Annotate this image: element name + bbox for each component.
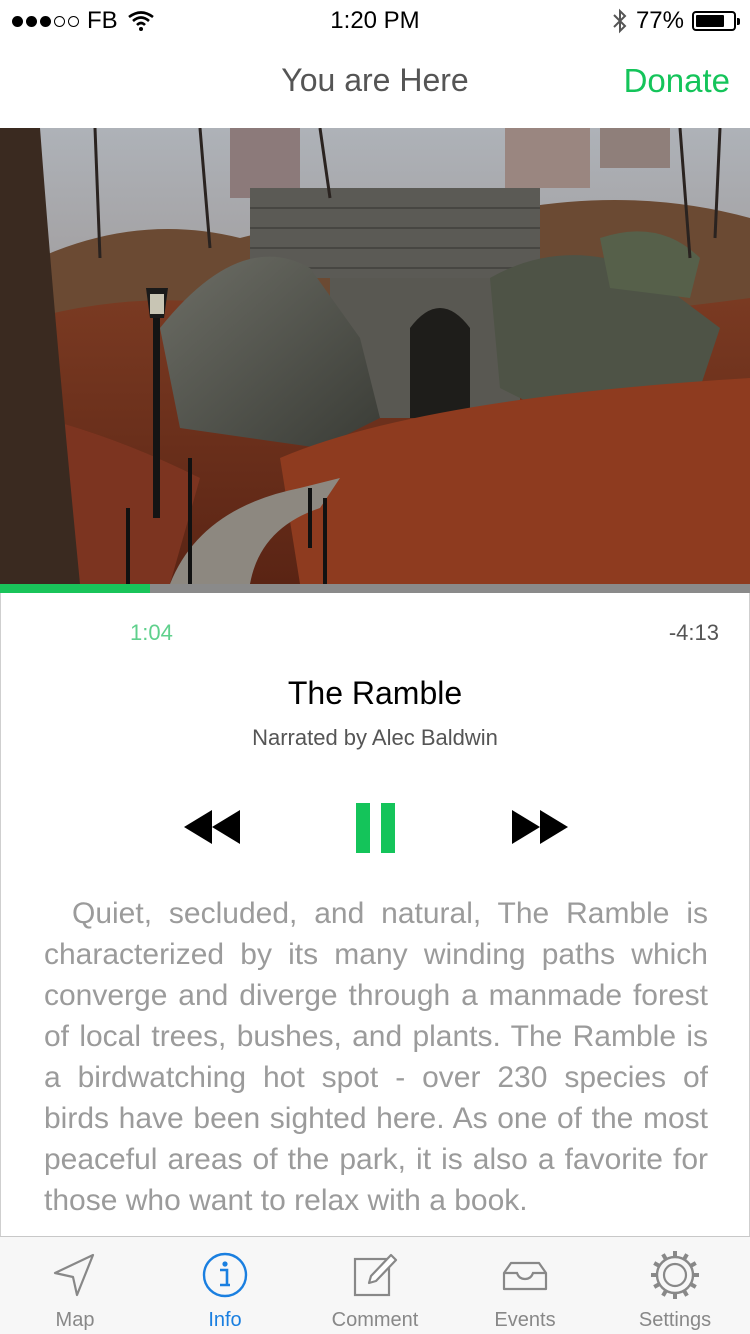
compose-icon xyxy=(353,1253,398,1297)
rewind-button[interactable] xyxy=(184,810,240,844)
location-arrow-icon xyxy=(53,1253,95,1297)
track-narrator: Narrated by Alec Baldwin xyxy=(252,725,498,750)
track-title: The Ramble xyxy=(287,675,463,711)
gear-icon xyxy=(651,1251,699,1299)
pause-button[interactable] xyxy=(356,803,396,853)
tab-label: Settings xyxy=(638,1309,712,1331)
location-photo xyxy=(0,128,750,584)
location-description: Quiet, secluded, and natural, The Ramble… xyxy=(44,897,708,1217)
battery-percent: 77% xyxy=(635,7,684,34)
playback-progress-bar[interactable] xyxy=(0,584,750,593)
inbox-tray-icon xyxy=(502,1261,548,1291)
elapsed-time: 1:04 xyxy=(130,620,173,645)
tab-info[interactable]: Info xyxy=(150,1237,300,1334)
remaining-time: -4:13 xyxy=(668,620,719,645)
fast-forward-button[interactable] xyxy=(512,810,568,844)
status-right: 77% xyxy=(612,6,740,36)
battery-icon xyxy=(692,11,740,31)
playback-controls xyxy=(1,798,749,858)
tab-settings[interactable]: Settings xyxy=(600,1237,750,1334)
tab-label: Comment xyxy=(331,1309,419,1331)
info-icon xyxy=(202,1252,248,1298)
playback-progress-fill xyxy=(0,584,150,593)
bluetooth-icon xyxy=(613,8,627,34)
tab-bar: Map Info Comment Events Settings xyxy=(0,1236,750,1334)
tab-label: Map xyxy=(55,1309,95,1331)
tab-events[interactable]: Events xyxy=(450,1237,600,1334)
battery-level xyxy=(696,15,724,27)
tab-label: Events xyxy=(494,1309,556,1331)
donate-button[interactable]: Donate xyxy=(624,62,730,100)
status-bar: FB 1:20 PM 77% xyxy=(0,0,750,40)
player-card: 1:04 -4:13 The Ramble Narrated by Alec B… xyxy=(0,593,750,1236)
navigation-bar: You are Here Donate xyxy=(0,40,750,128)
tab-comment[interactable]: Comment xyxy=(300,1237,450,1334)
tab-map[interactable]: Map xyxy=(0,1237,150,1334)
tab-label: Info xyxy=(208,1309,242,1331)
